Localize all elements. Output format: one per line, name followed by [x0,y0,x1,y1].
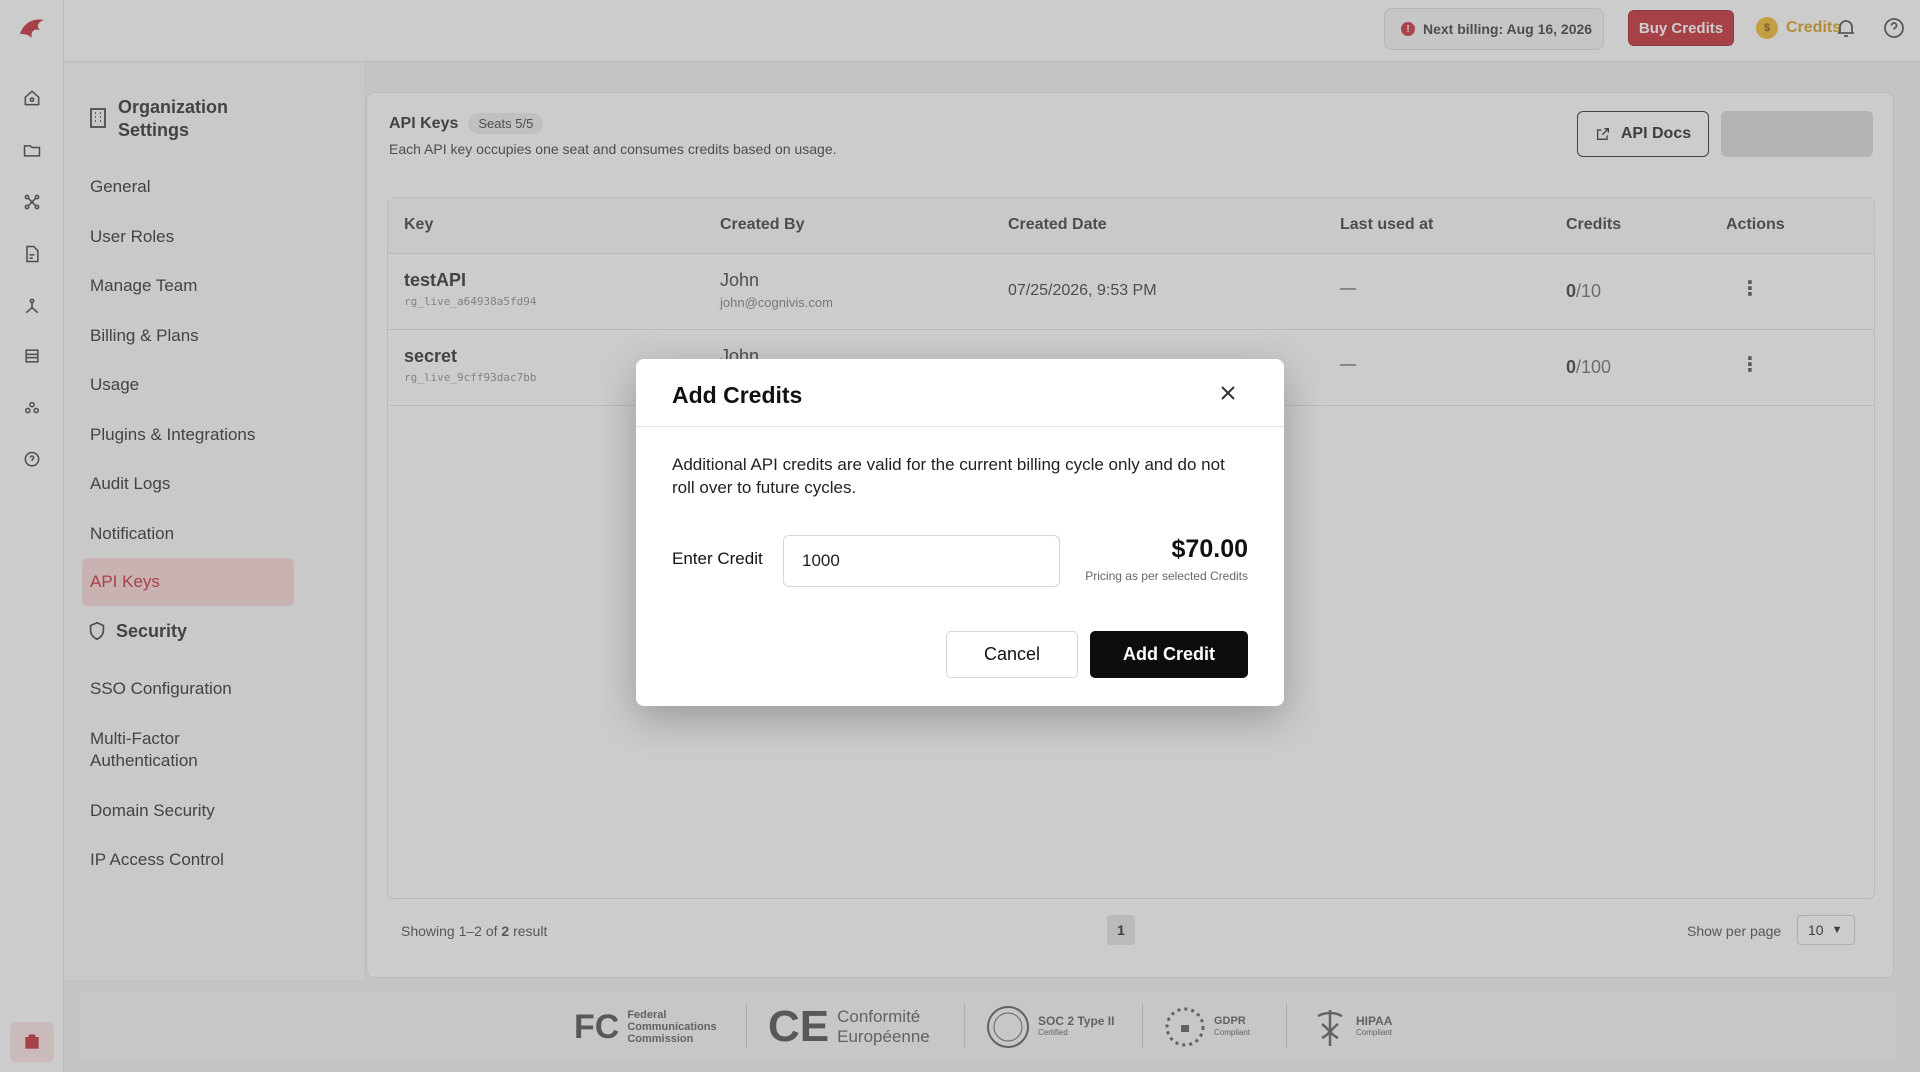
close-icon[interactable] [1218,383,1240,405]
dialog-header: Add Credits [636,359,1284,427]
add-credit-button[interactable]: Add Credit [1090,631,1248,678]
dialog-description: Additional API credits are valid for the… [672,455,1225,497]
credit-input[interactable] [783,535,1060,587]
price-note: Pricing as per selected Credits [1085,569,1248,583]
cancel-button[interactable]: Cancel [946,631,1078,678]
dialog-title: Add Credits [672,382,803,408]
price-amount: $70.00 [1171,535,1248,563]
add-credits-dialog: Add Credits Additional API credits are v… [636,359,1284,706]
enter-credit-label: Enter Credit [672,549,763,568]
